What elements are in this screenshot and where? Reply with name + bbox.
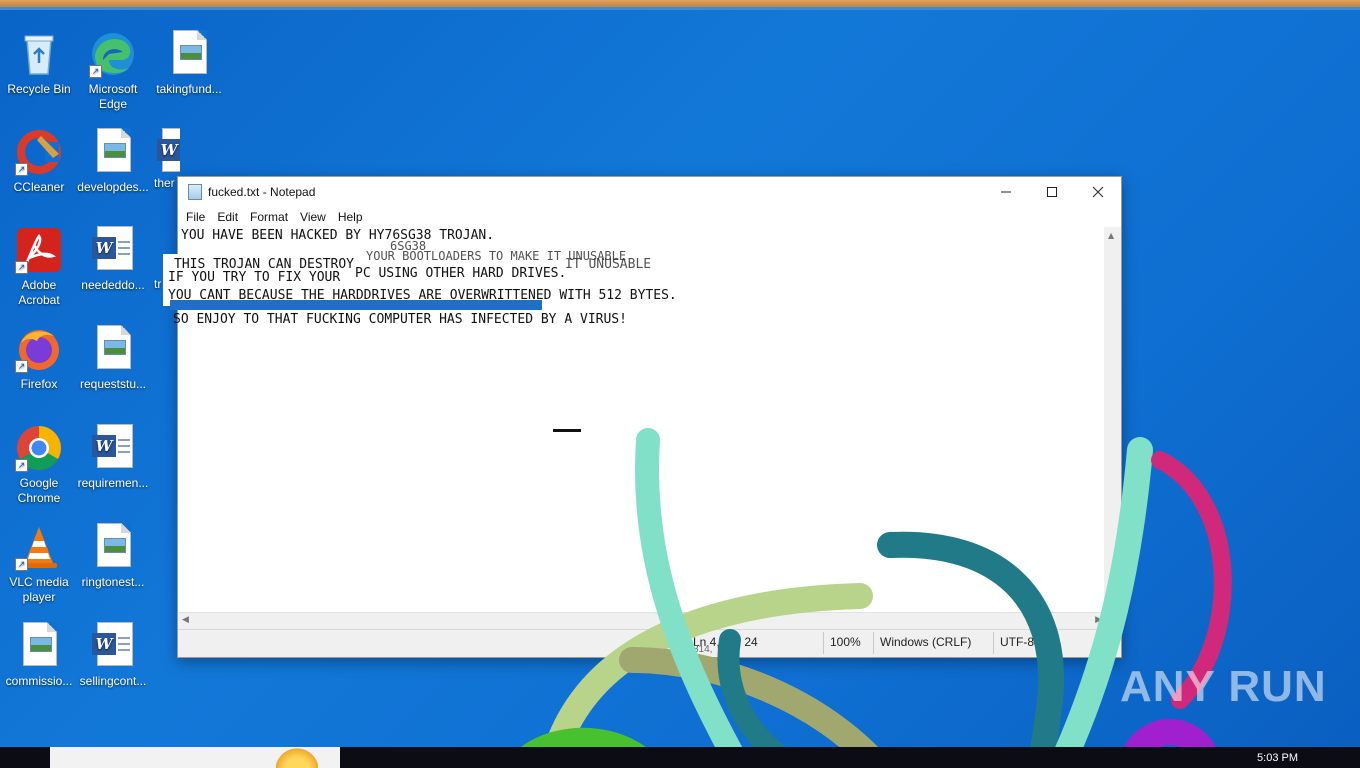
anyrun-watermark: ANY RUN: [1120, 662, 1327, 711]
taskbar-clock[interactable]: 5:03 PM: [1257, 752, 1298, 764]
malware-drawing-overlay: [506, 428, 1232, 768]
weather-icon[interactable]: [276, 748, 318, 768]
